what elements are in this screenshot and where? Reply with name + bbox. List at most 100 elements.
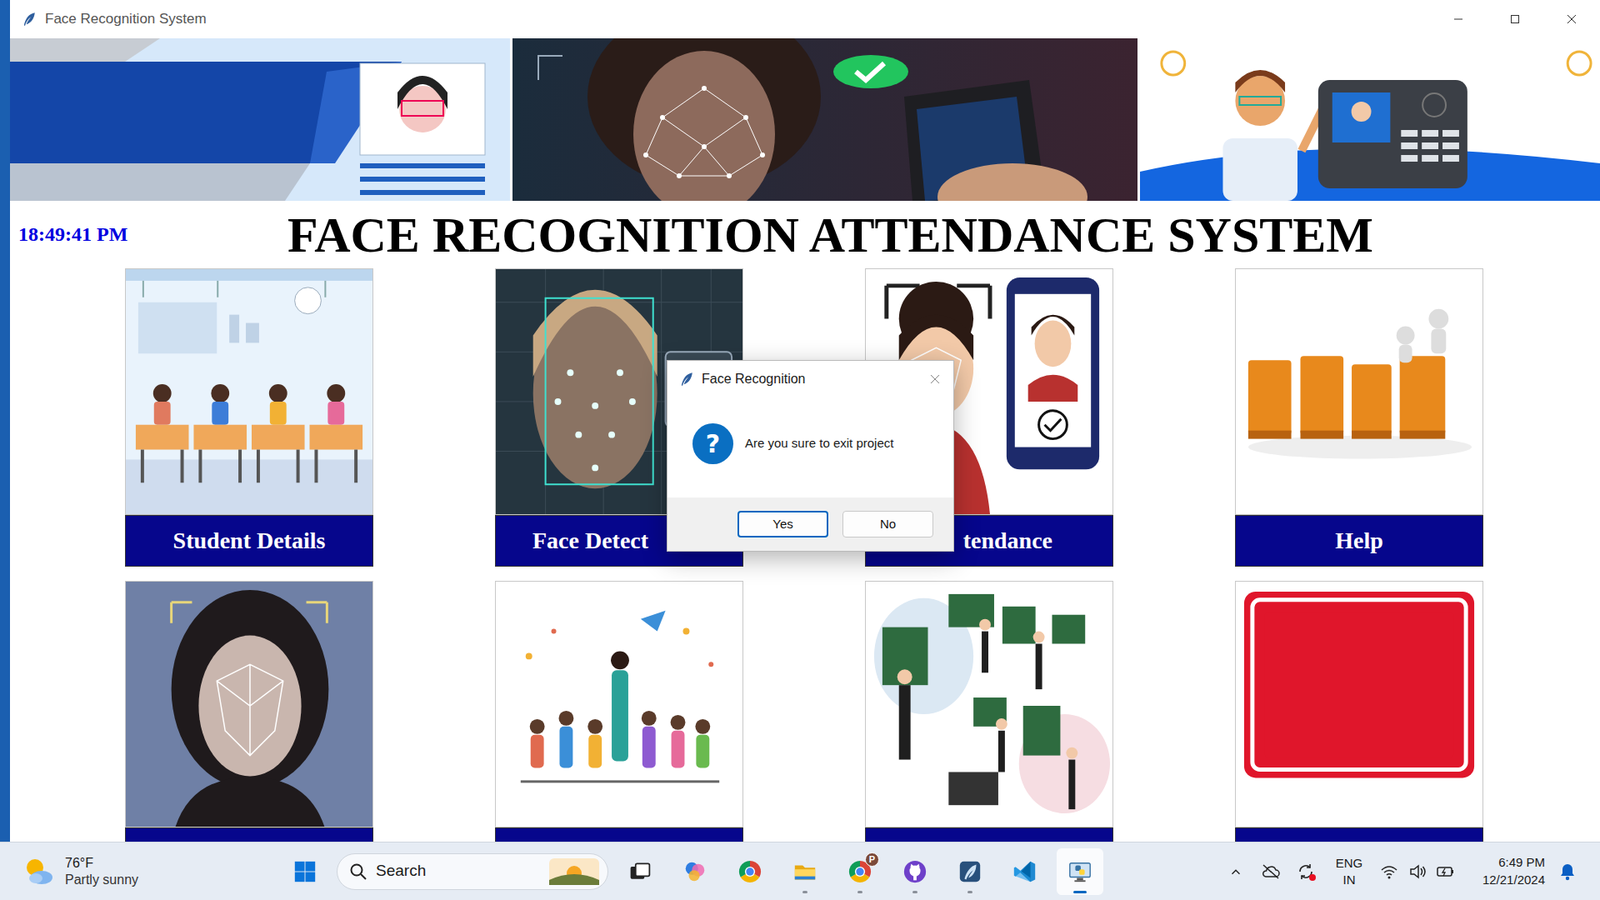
close-icon xyxy=(930,374,940,385)
teachers-image xyxy=(865,580,1114,828)
maximize-button[interactable] xyxy=(1486,0,1544,39)
app-button[interactable] xyxy=(946,848,994,895)
window-title: Face Recognition System xyxy=(45,8,207,30)
dialog-close-button[interactable] xyxy=(916,360,954,398)
copilot-icon xyxy=(682,859,708,885)
python-icon xyxy=(1067,859,1093,885)
chevron-up-icon xyxy=(1228,864,1244,880)
notifications-button[interactable] xyxy=(1550,853,1585,890)
heading-row: 18:49:41 PMFACE RECOGNITION ATTENDANCE S… xyxy=(10,200,1600,269)
system-tray: ENGIN 6:49 PM12/21/2024 xyxy=(1218,853,1600,890)
temperature: 76°F xyxy=(65,855,139,872)
maximize-icon xyxy=(1510,14,1520,25)
tile-label[interactable] xyxy=(865,827,1114,842)
tile-row xyxy=(10,580,1600,842)
speaker-icon xyxy=(1408,863,1427,880)
github-button[interactable] xyxy=(891,848,939,895)
close-button[interactable] xyxy=(1543,0,1600,39)
language-button[interactable]: ENGIN xyxy=(1323,855,1375,888)
tile-label-text: Help xyxy=(1335,527,1384,555)
alert-dot xyxy=(1309,874,1316,881)
vscode-button[interactable] xyxy=(1001,848,1049,895)
python-button[interactable] xyxy=(1056,848,1104,895)
classroom-image xyxy=(125,268,374,515)
bell-icon xyxy=(1559,862,1576,881)
clock: 18:49:41 PM xyxy=(10,223,288,246)
copilot-button[interactable] xyxy=(671,848,719,895)
dialog-title-bar: Face Recognition xyxy=(667,360,954,398)
show-hidden-icons-button[interactable] xyxy=(1218,853,1254,890)
battery-charging-icon xyxy=(1435,863,1456,880)
students-image xyxy=(495,580,744,828)
no-button[interactable]: No xyxy=(842,510,934,538)
explorer-button[interactable] xyxy=(781,848,829,895)
tile-button[interactable]: Student Details xyxy=(125,268,374,567)
tile-label-text: tendance xyxy=(963,527,1053,555)
task-view-button[interactable] xyxy=(616,848,664,895)
clock-button[interactable]: 6:49 PM12/21/2024 xyxy=(1460,854,1550,889)
weather-condition: Partly sunny xyxy=(65,871,139,889)
chrome-button[interactable] xyxy=(726,848,774,895)
tile-grid: Student Details Face Detect tendance Help xyxy=(10,268,1600,842)
exit-dialog: Face Recognition?Are you sure to exit pr… xyxy=(666,360,955,552)
banner-device-image xyxy=(1140,38,1600,201)
tile-label-text: Face Detect xyxy=(532,527,649,555)
feather-icon xyxy=(679,371,695,387)
search-label: Search xyxy=(375,859,426,884)
chrome-profile-button[interactable]: P xyxy=(836,848,884,895)
tile-label[interactable]: Student Details xyxy=(125,515,374,567)
weather-widget[interactable]: 76°FPartly sunny xyxy=(0,855,275,889)
minimize-icon xyxy=(1453,14,1464,25)
tile-label[interactable] xyxy=(1235,827,1484,842)
exit-image xyxy=(1235,580,1484,828)
tile-label[interactable] xyxy=(495,827,744,842)
weather-text: 76°FPartly sunny xyxy=(65,855,139,889)
banner-logo-image xyxy=(10,38,510,201)
vscode-icon xyxy=(1012,859,1038,885)
button-label: Yes xyxy=(772,516,793,531)
tile-label[interactable]: Help xyxy=(1235,515,1484,567)
running-indicator xyxy=(967,890,973,894)
onedrive-button[interactable] xyxy=(1253,853,1289,890)
sync-button[interactable] xyxy=(1288,853,1324,890)
running-indicator xyxy=(857,890,863,894)
search-box[interactable]: Search xyxy=(336,853,609,890)
banner xyxy=(10,38,1600,201)
tile-label[interactable] xyxy=(125,827,374,842)
quick-settings-button[interactable] xyxy=(1375,853,1460,890)
button-label: No xyxy=(880,516,896,531)
search-highlight-icon xyxy=(549,858,600,885)
running-indicator xyxy=(912,890,918,894)
explorer-icon xyxy=(792,859,818,885)
profile-badge: P xyxy=(865,852,880,867)
close-icon xyxy=(1566,14,1577,25)
taskbar: 76°FPartly sunny Search P ENGIN 6:49 PM12/21… xyxy=(0,841,1600,900)
help-image xyxy=(1235,268,1484,515)
tile-button[interactable] xyxy=(495,580,744,842)
tile-button[interactable] xyxy=(865,580,1114,842)
tile-button[interactable] xyxy=(125,580,374,842)
feather-icon xyxy=(21,11,37,27)
dialog-body: ?Are you sure to exit project xyxy=(667,397,954,498)
cloud-off-icon xyxy=(1260,863,1281,880)
face-mesh-image xyxy=(125,580,374,828)
app-icon xyxy=(957,859,983,885)
start-button[interactable] xyxy=(281,848,329,895)
minimize-button[interactable] xyxy=(1430,0,1487,39)
tile-button[interactable] xyxy=(1235,580,1484,842)
running-indicator xyxy=(802,890,808,894)
wifi-status xyxy=(1375,853,1404,890)
time: 6:49 PM xyxy=(1460,854,1545,871)
tile-button[interactable]: Help xyxy=(1235,268,1484,567)
wifi-icon xyxy=(1380,863,1399,880)
region: IN xyxy=(1323,871,1375,889)
language: ENG xyxy=(1323,855,1375,872)
screen: Face Recognition System 18:49:41 PMFACE R… xyxy=(0,0,1600,900)
windows-icon xyxy=(292,859,318,885)
volume-status xyxy=(1403,853,1432,890)
yes-button[interactable]: Yes xyxy=(737,510,829,538)
page-heading: FACE RECOGNITION ATTENDANCE SYSTEM xyxy=(287,207,1374,263)
task-view-icon xyxy=(628,860,652,884)
title-bar: Face Recognition System xyxy=(10,0,1600,39)
search-icon xyxy=(349,862,368,881)
